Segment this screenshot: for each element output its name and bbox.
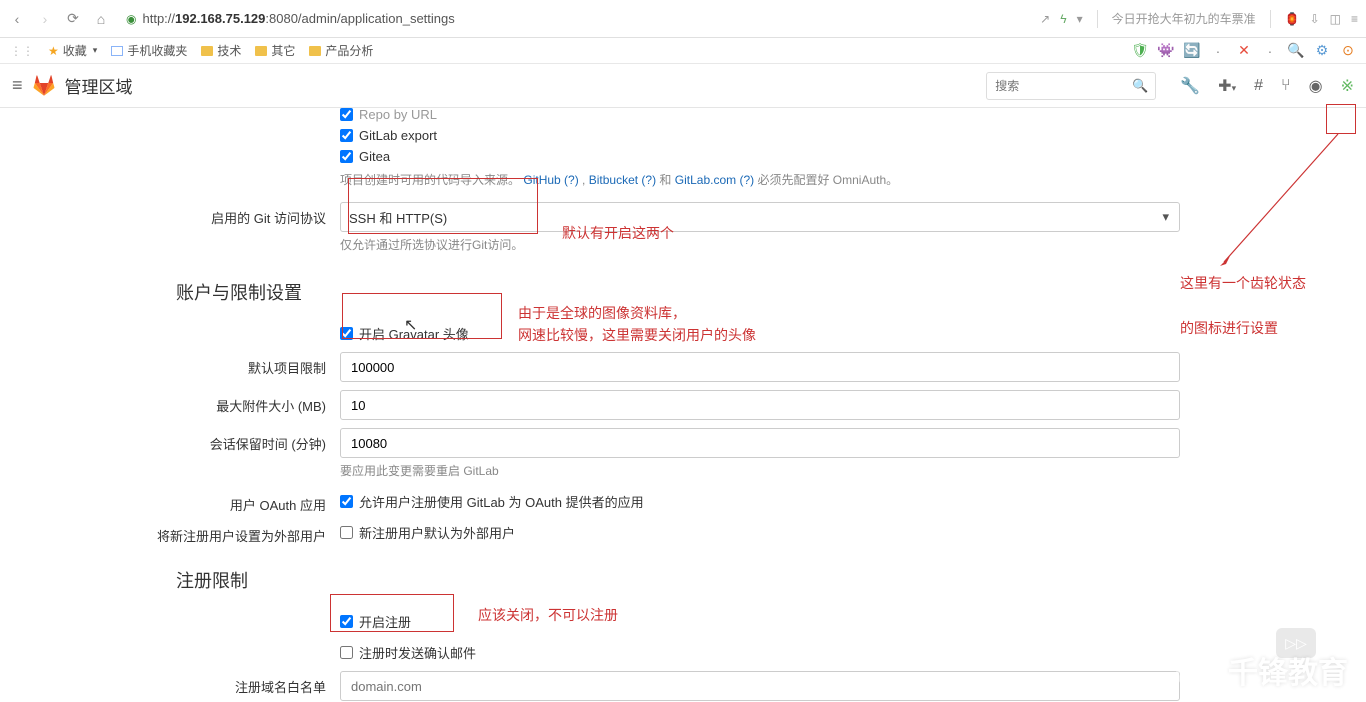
session-help: 要应用此变更需要重启 GitLab xyxy=(340,458,1196,483)
share-icon[interactable]: ↗ xyxy=(1040,12,1050,26)
watermark: 千锋教育 xyxy=(1176,648,1348,692)
oauth-label: 用户 OAuth 应用 xyxy=(0,489,340,514)
checkbox-label: 新注册用户默认为外部用户 xyxy=(359,523,515,542)
nav-back-icon[interactable]: ‹ xyxy=(8,11,26,27)
import-repobyurl-checkbox[interactable] xyxy=(340,108,353,121)
whitelist-input[interactable] xyxy=(340,671,1180,701)
checkbox-label: Gitea xyxy=(359,149,390,164)
bookmark-folder[interactable]: 产品分析 xyxy=(309,42,373,59)
search-box: 🔍 xyxy=(986,72,1156,100)
ext-search-icon[interactable]: 🔍 xyxy=(1288,43,1304,59)
external-user-checkbox[interactable] xyxy=(340,526,353,539)
checkbox-label: 开启注册 xyxy=(359,612,411,631)
browser-right-controls: ↗ ϟ ▾ 今日开抢大年初九的车票准 🏮 ⇩ ◫ ≡ xyxy=(1040,10,1358,28)
git-protocol-help: 仅允许通过所选协议进行Git访问。 xyxy=(340,232,1196,257)
browser-toolbar: ‹ › ⟳ ⌂ ◉ http://192.168.75.129:8080/adm… xyxy=(0,0,1366,38)
ext-icon[interactable]: 🔄 xyxy=(1184,43,1200,59)
plus-icon[interactable]: ✚▾ xyxy=(1218,76,1236,96)
help-link[interactable]: Bitbucket (?) xyxy=(589,173,656,187)
session-input[interactable] xyxy=(340,428,1180,458)
url-text: http://192.168.75.129:8080/admin/applica… xyxy=(142,11,454,26)
hamburger-icon[interactable]: ≡ xyxy=(12,75,23,96)
section-account-limits: 账户与限制设置 xyxy=(176,279,1366,305)
ext-sep: · xyxy=(1262,43,1278,59)
hash-icon[interactable]: # xyxy=(1254,77,1263,95)
gravatar-checkbox[interactable] xyxy=(340,327,353,340)
extension-icons: 🛡 👾 🔄 · ✕ · 🔍 ⚙ ⊙ xyxy=(1132,43,1356,59)
bookmark-folder[interactable]: 其它 xyxy=(255,42,295,59)
ext-close-icon[interactable]: ✕ xyxy=(1236,43,1252,59)
address-bar[interactable]: ◉ http://192.168.75.129:8080/admin/appli… xyxy=(120,11,1030,26)
section-signup-limits: 注册限制 xyxy=(176,567,1366,593)
external-user-label: 将新注册用户设置为外部用户 xyxy=(0,520,340,545)
nav-home-icon[interactable]: ⌂ xyxy=(92,11,110,27)
news-link[interactable]: 今日开抢大年初九的车票准 xyxy=(1112,10,1256,27)
help-link[interactable]: GitLab.com (?) xyxy=(675,173,754,187)
search-icon[interactable]: 🔍 xyxy=(1132,78,1148,94)
oauth-checkbox[interactable] xyxy=(340,495,353,508)
whitelist-label: 注册域名白名单 xyxy=(0,671,340,696)
checkbox-label: GitLab export xyxy=(359,128,437,143)
wrench-icon[interactable]: 🔧 xyxy=(1180,76,1200,96)
watermark-text: 千锋教育 xyxy=(1228,648,1348,692)
confirm-email-checkbox[interactable] xyxy=(340,646,353,659)
import-gitlabexport-checkbox[interactable] xyxy=(340,129,353,142)
sidebar-icon[interactable]: ◫ xyxy=(1330,12,1341,26)
import-help-text: 项目创建时可用的代码导入来源。 GitHub (?) , Bitbucket (… xyxy=(340,167,1196,192)
signup-enabled-checkbox[interactable] xyxy=(340,615,353,628)
ext-shield-icon[interactable]: 🛡 xyxy=(1132,43,1148,59)
nav-reload-icon[interactable]: ⟳ xyxy=(64,10,82,27)
search-input[interactable] xyxy=(986,72,1156,100)
git-protocol-select[interactable]: SSH 和 HTTP(S) xyxy=(340,202,1180,232)
default-limit-input[interactable] xyxy=(340,352,1180,382)
gitlab-topbar: ≡ 管理区域 🔍 🔧 ✚▾ # ⑂ ◉ ※ xyxy=(0,64,1366,108)
download-icon[interactable]: ⇩ xyxy=(1310,12,1320,26)
merge-icon[interactable]: ⑂ xyxy=(1281,77,1291,95)
session-label: 会话保留时间 (分钟) xyxy=(0,428,340,453)
bolt-icon[interactable]: ϟ xyxy=(1060,12,1066,26)
nav-forward-icon[interactable]: › xyxy=(36,11,54,27)
ext-sep: · xyxy=(1210,43,1226,59)
settings-form: Repo by URL GitLab export Gitea 项目创建时可用的… xyxy=(0,108,1366,701)
grip-icon[interactable]: ⋮⋮ xyxy=(10,44,34,58)
menu-icon[interactable]: ≡ xyxy=(1351,12,1358,26)
ext-icon[interactable]: 👾 xyxy=(1158,43,1174,59)
watermark-logo-icon xyxy=(1176,648,1220,692)
checkbox-label: 允许用户注册使用 GitLab 为 OAuth 提供者的应用 xyxy=(359,492,644,511)
bookmark-bar: ⋮⋮ ★收藏▾ 手机收藏夹 技术 其它 产品分析 🛡 👾 🔄 · ✕ · 🔍 ⚙… xyxy=(0,38,1366,64)
ext-icon[interactable]: 🏮 xyxy=(1285,12,1300,26)
chevron-down-icon[interactable]: ▾ xyxy=(1077,12,1083,26)
shield-icon: ◉ xyxy=(126,12,136,26)
import-gitea-checkbox[interactable] xyxy=(340,150,353,163)
page-title: 管理区域 xyxy=(65,73,133,98)
default-limit-label: 默认项目限制 xyxy=(0,352,340,377)
checkbox-label: 开启 Gravatar 头像 xyxy=(359,324,469,343)
bookmark-folder[interactable]: 技术 xyxy=(201,42,241,59)
git-protocol-label: 启用的 Git 访问协议 xyxy=(0,202,340,227)
max-attachment-input[interactable] xyxy=(340,390,1180,420)
checkbox-label: 注册时发送确认邮件 xyxy=(359,643,476,662)
favorites-button[interactable]: ★收藏▾ xyxy=(48,42,97,59)
max-attachment-label: 最大附件大小 (MB) xyxy=(0,390,340,415)
checkbox-label: Repo by URL xyxy=(359,107,437,122)
gitlab-logo-icon[interactable] xyxy=(33,75,55,97)
bookmark-folder[interactable]: 手机收藏夹 xyxy=(111,42,187,59)
ext-icon[interactable]: ⊙ xyxy=(1340,43,1356,59)
help-link[interactable]: GitHub (?) xyxy=(523,173,578,187)
ext-gear-icon[interactable]: ⚙ xyxy=(1314,43,1330,59)
avatar-icon[interactable]: ※ xyxy=(1341,76,1354,96)
check-circle-icon[interactable]: ◉ xyxy=(1309,76,1323,96)
